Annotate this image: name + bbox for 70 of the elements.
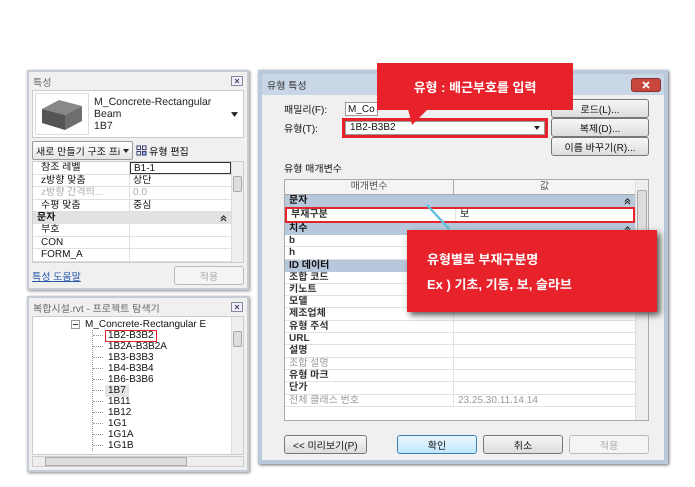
- parameter-name: 전체 클래스 번호: [285, 394, 454, 406]
- parameter-name: 유형 주석: [285, 320, 454, 332]
- close-icon: [641, 80, 651, 88]
- panel-title: 복합시설.rvt - 프로젝트 탐색기: [33, 302, 160, 314]
- annotation-text: 유형 : 배근부호를 입력: [414, 79, 536, 96]
- tree-item[interactable]: 1B11: [105, 396, 134, 408]
- section-label: 유형 매개변수: [284, 162, 343, 175]
- ok-button[interactable]: 확인: [397, 435, 477, 454]
- property-name: z방향 간격띄...: [33, 187, 130, 198]
- preview-button[interactable]: << 미리보기(P): [284, 435, 367, 454]
- tree-item[interactable]: 1G1: [105, 418, 130, 430]
- parameter-name: 부재구분: [287, 209, 456, 221]
- family-field[interactable]: M_Co: [345, 102, 378, 116]
- tree-item[interactable]: 1B4-B3B4: [105, 362, 157, 374]
- property-value[interactable]: 중심: [130, 200, 231, 211]
- tree-item[interactable]: 1B6-B3B6: [105, 374, 157, 386]
- caret-icon[interactable]: [231, 112, 238, 116]
- column-header[interactable]: 값: [454, 180, 635, 194]
- close-button[interactable]: [631, 78, 661, 92]
- tree-item[interactable]: 1B12: [105, 406, 134, 418]
- column-header[interactable]: 매개변수: [285, 180, 454, 194]
- parameter-name: 유형 마크: [285, 370, 454, 382]
- parameter-name: URL: [285, 333, 454, 344]
- dialog-title: 유형 특성: [267, 80, 307, 92]
- tree-item[interactable]: 1B7: [105, 384, 129, 396]
- caret-icon: [534, 126, 540, 130]
- property-name: CON: [33, 236, 130, 248]
- rename-button[interactable]: 이름 바꾸기(R)...: [551, 137, 649, 156]
- panel-title: 특성: [33, 76, 52, 88]
- duplicate-button[interactable]: 복제(D)...: [551, 118, 649, 137]
- property-name: 수평 맞춤: [33, 200, 130, 211]
- group-header[interactable]: 문자: [33, 212, 231, 224]
- family-subname: Beam: [94, 108, 122, 120]
- edit-type-icon: [136, 145, 148, 156]
- edit-type-button[interactable]: 유형 편집: [136, 143, 189, 158]
- property-name: 부호: [33, 224, 130, 236]
- property-name: z방향 맞춤: [33, 174, 130, 186]
- scrollbar[interactable]: [231, 162, 243, 262]
- caret-icon: [123, 148, 130, 152]
- tree-item[interactable]: M_Concrete-Rectangular E: [85, 318, 206, 330]
- horizontal-scrollbar[interactable]: [32, 456, 244, 467]
- parameter-name: 조합 설명: [285, 358, 454, 369]
- beam-cube-icon: [35, 93, 89, 135]
- parameter-name: 단가: [285, 382, 454, 394]
- type-name: 1B7: [94, 120, 114, 132]
- collapse-icon[interactable]: [220, 214, 227, 222]
- scrollbar[interactable]: [231, 317, 243, 454]
- tree-item[interactable]: 1G1A: [105, 428, 137, 440]
- collapse-icon[interactable]: [624, 226, 631, 232]
- parameter-name: 설명: [285, 345, 454, 357]
- property-name: FORM_A: [33, 249, 130, 260]
- property-value[interactable]: 상단: [130, 174, 231, 186]
- collapse-icon[interactable]: [71, 320, 80, 328]
- new-type-dropdown[interactable]: 새로 만들기 구조 프i: [32, 141, 134, 160]
- close-icon[interactable]: [231, 302, 243, 312]
- parameter-value[interactable]: 보: [456, 209, 633, 221]
- help-link[interactable]: 특성 도움말: [32, 268, 81, 283]
- group-header[interactable]: 문자: [285, 195, 635, 207]
- tree-item[interactable]: 1B2-B3B2: [105, 330, 157, 342]
- family-label: 패밀리(F):: [284, 104, 328, 116]
- collapse-icon[interactable]: [624, 198, 631, 204]
- tree-item[interactable]: 1G1B: [105, 440, 137, 452]
- cancel-button[interactable]: 취소: [483, 435, 563, 454]
- close-icon[interactable]: [231, 76, 243, 86]
- tree-item[interactable]: 1B2A-B3B2A: [105, 340, 170, 352]
- tree-item[interactable]: 1B3-B3B3: [105, 352, 157, 364]
- type-label: 유형(T):: [284, 122, 319, 135]
- family-name: M_Concrete-Rectangular: [94, 96, 212, 108]
- property-value[interactable]: B1-1: [130, 162, 231, 174]
- property-name: 참조 레벨: [33, 162, 130, 174]
